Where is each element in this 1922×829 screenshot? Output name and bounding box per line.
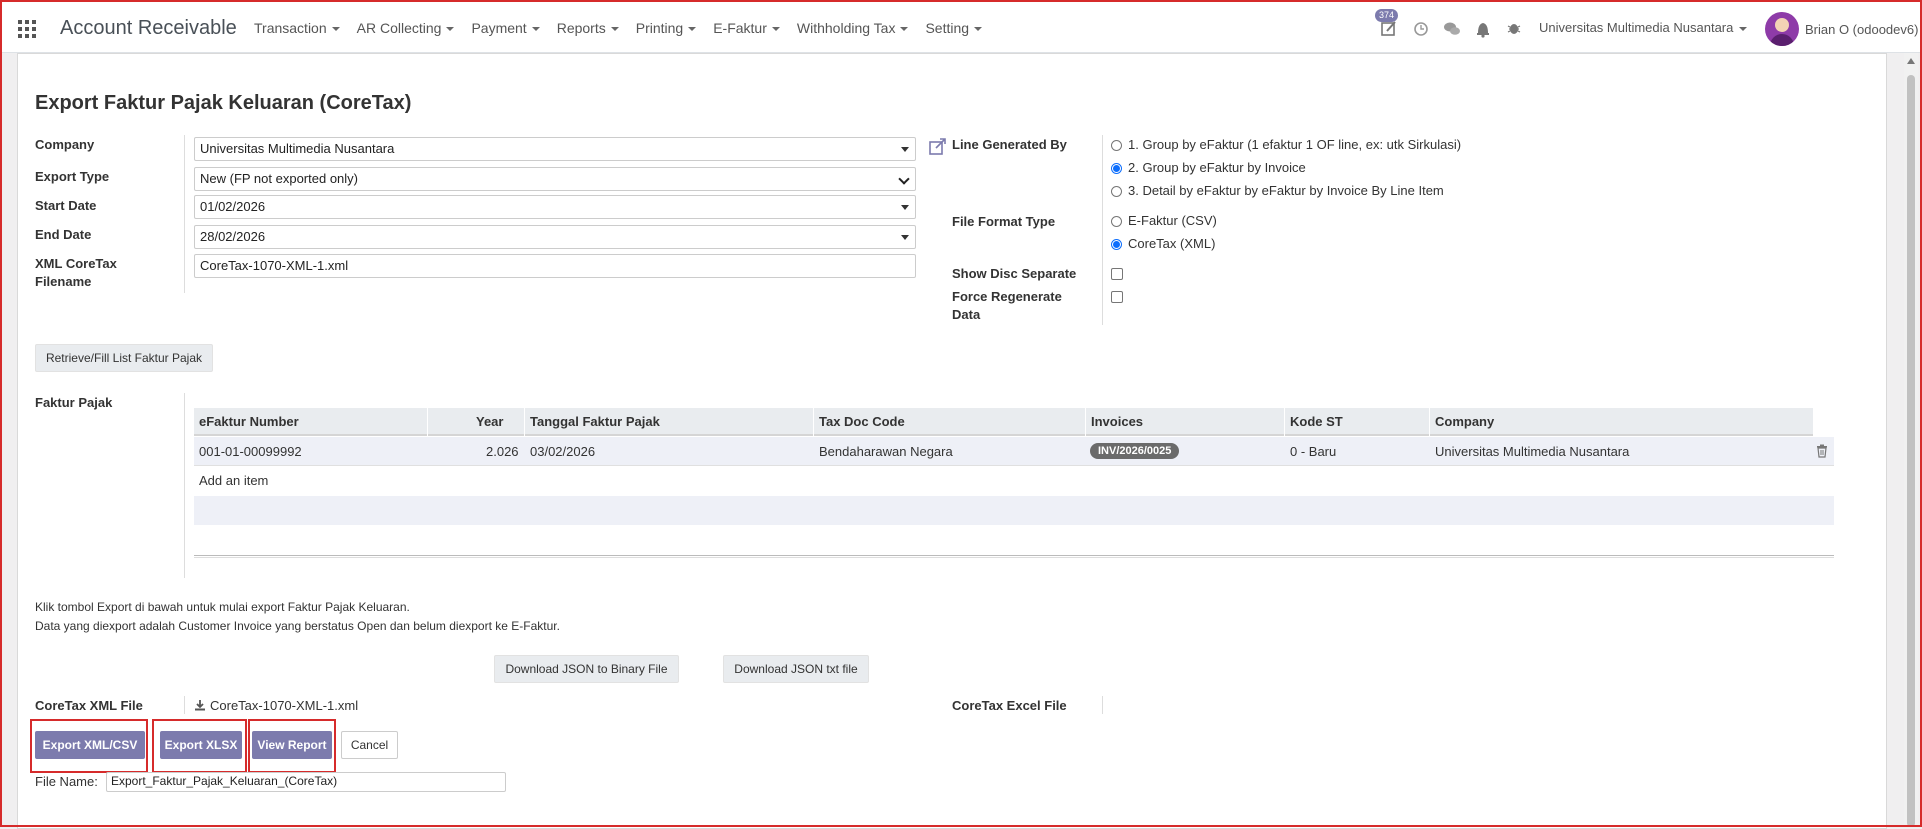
cell-company: Universitas Multimedia Nusantara <box>1435 444 1630 459</box>
form-title: Export Faktur Pajak Keluaran (CoreTax) <box>35 92 412 114</box>
cell-tax-doc-code: Bendaharawan Negara <box>819 444 953 459</box>
cell-invoice-tag[interactable]: INV/2026/0025 <box>1090 443 1180 459</box>
company-switcher[interactable]: Universitas Multimedia Nusantara <box>1539 20 1747 35</box>
menu-withholding-tax[interactable]: Withholding Tax <box>797 20 909 36</box>
end-date-field[interactable]: 28/02/2026 <box>194 225 916 249</box>
menu-payment[interactable]: Payment <box>471 20 539 36</box>
xml-filename-input[interactable]: CoreTax-1070-XML-1.xml <box>194 254 916 278</box>
col-company[interactable]: Company <box>1435 414 1494 429</box>
file-name-label: File Name: <box>35 774 98 789</box>
company-label: Company <box>35 137 95 152</box>
cell-efaktur-number: 001-01-00099992 <box>199 444 302 459</box>
col-year[interactable]: Year <box>476 414 503 429</box>
table-row[interactable]: 001-01-00099992 2.026 03/02/2026 Bendaha… <box>194 437 1834 466</box>
coretax-xml-file-label: CoreTax XML File <box>35 698 143 713</box>
page-scrollbar[interactable] <box>1904 53 1918 827</box>
force-regenerate-label: Force Regenerate Data <box>952 289 1062 322</box>
apps-menu-icon[interactable] <box>18 20 36 38</box>
col-tanggal-faktur[interactable]: Tanggal Faktur Pajak <box>530 414 660 429</box>
menu-setting[interactable]: Setting <box>925 20 982 36</box>
view-report-button[interactable]: View Report <box>252 731 332 759</box>
file-format-xml-radio[interactable] <box>1111 239 1122 250</box>
col-invoices[interactable]: Invoices <box>1091 414 1143 429</box>
company-field[interactable]: Universitas Multimedia Nusantara <box>194 137 916 161</box>
export-type-select[interactable]: New (FP not exported only) <box>194 167 916 191</box>
faktur-pajak-label: Faktur Pajak <box>35 395 113 410</box>
xml-filename-label: XML CoreTax Filename <box>35 256 117 289</box>
menu-e-faktur[interactable]: E-Faktur <box>713 20 780 36</box>
export-xlsx-button[interactable]: Export XLSX <box>160 731 242 759</box>
external-link-icon[interactable] <box>928 137 948 160</box>
chat-icon[interactable] <box>1442 14 1462 40</box>
show-disc-separate-checkbox[interactable] <box>1111 268 1123 280</box>
start-date-field[interactable]: 01/02/2026 <box>194 195 916 219</box>
col-tax-doc-code[interactable]: Tax Doc Code <box>819 414 905 429</box>
debug-bug-icon[interactable] <box>1505 14 1523 40</box>
coretax-excel-file-label: CoreTax Excel File <box>952 698 1067 713</box>
file-format-csv-label[interactable]: E-Faktur (CSV) <box>1128 213 1217 228</box>
download-icon[interactable] <box>194 699 206 714</box>
menu-ar-collecting[interactable]: AR Collecting <box>357 20 455 36</box>
file-format-xml-label[interactable]: CoreTax (XML) <box>1128 236 1215 251</box>
download-json-binary-button[interactable]: Download JSON to Binary File <box>494 655 679 683</box>
top-navbar: Account Receivable Transaction AR Collec… <box>2 2 1920 53</box>
start-date-label: Start Date <box>35 198 97 213</box>
bell-icon[interactable] <box>1474 14 1492 40</box>
line-generated-option-1-label[interactable]: 1. Group by eFaktur (1 efaktur 1 OF line… <box>1128 137 1461 152</box>
file-name-input[interactable]: Export_Faktur_Pajak_Keluaran_(CoreTax) <box>106 772 506 792</box>
delete-row-trash-icon[interactable] <box>1816 444 1828 461</box>
table-footer <box>194 555 1834 558</box>
col-efaktur-number[interactable]: eFaktur Number <box>199 414 299 429</box>
end-date-label: End Date <box>35 227 92 242</box>
line-generated-option-1-radio[interactable] <box>1111 140 1122 151</box>
export-type-label: Export Type <box>35 169 110 184</box>
col-kode-st[interactable]: Kode ST <box>1290 414 1343 429</box>
faktur-table-header: eFaktur Number Year Tanggal Faktur Pajak… <box>194 408 1813 436</box>
app-title: Account Receivable <box>60 17 237 39</box>
file-format-type-label: File Format Type <box>952 214 1056 229</box>
info-line-2: Data yang diexport adalah Customer Invoi… <box>35 619 560 633</box>
line-generated-option-2-radio[interactable] <box>1111 163 1122 174</box>
coretax-xml-file-link[interactable]: CoreTax-1070-XML-1.xml <box>210 698 358 713</box>
show-disc-separate-label: Show Disc Separate <box>952 266 1077 281</box>
empty-table-row <box>194 496 1834 525</box>
download-json-txt-button[interactable]: Download JSON txt file <box>723 655 869 683</box>
retrieve-faktur-button[interactable]: Retrieve/Fill List Faktur Pajak <box>35 344 213 372</box>
cancel-button[interactable]: Cancel <box>341 731 398 759</box>
add-item-link[interactable]: Add an item <box>199 473 268 488</box>
line-generated-by-label: Line Generated By <box>952 137 1067 152</box>
force-regenerate-checkbox[interactable] <box>1111 291 1123 303</box>
info-line-1: Klik tombol Export di bawah untuk mulai … <box>35 600 410 614</box>
export-xml-csv-button[interactable]: Export XML/CSV <box>35 731 145 759</box>
user-avatar[interactable] <box>1765 12 1799 46</box>
menu-printing[interactable]: Printing <box>636 20 696 36</box>
cell-kode-st: 0 - Baru <box>1290 444 1337 459</box>
menu-transaction[interactable]: Transaction <box>254 20 340 36</box>
cell-year: 2.026 <box>486 444 519 459</box>
line-generated-option-3-radio[interactable] <box>1111 186 1122 197</box>
main-menu: Transaction AR Collecting Payment Report… <box>254 20 999 36</box>
cell-tanggal: 03/02/2026 <box>530 444 596 459</box>
user-name[interactable]: Brian O (odoodev6) <box>1805 22 1918 37</box>
line-generated-option-3-label[interactable]: 3. Detail by eFaktur by eFaktur by Invoi… <box>1128 183 1444 198</box>
line-generated-option-2-label[interactable]: 2. Group by eFaktur by Invoice <box>1128 160 1306 175</box>
activity-count-badge: 374 <box>1375 9 1399 22</box>
menu-reports[interactable]: Reports <box>557 20 619 36</box>
file-format-csv-radio[interactable] <box>1111 216 1122 227</box>
clock-icon[interactable] <box>1412 14 1430 40</box>
